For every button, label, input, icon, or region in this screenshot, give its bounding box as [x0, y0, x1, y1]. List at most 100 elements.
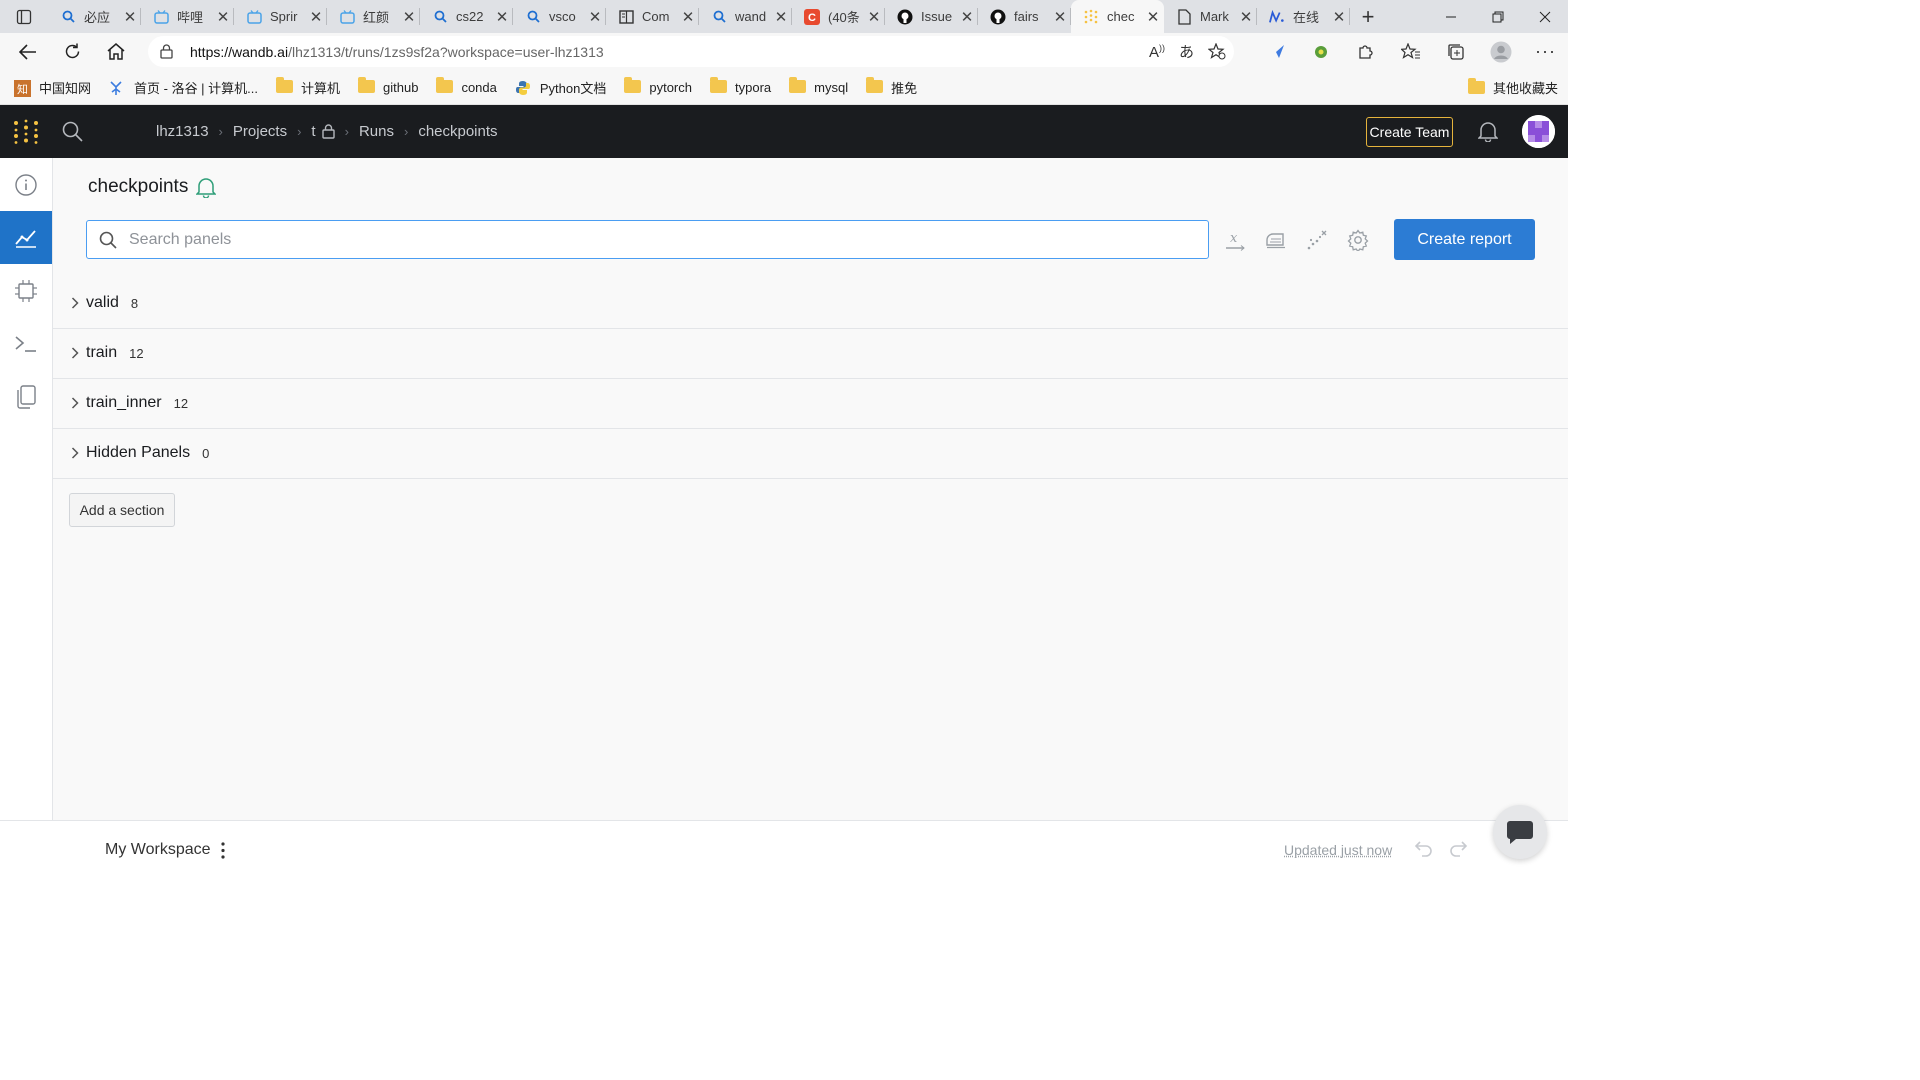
panel-section[interactable]: train 12 [53, 328, 1568, 379]
create-team-button[interactable]: Create Team [1366, 117, 1453, 147]
search-panels-input[interactable] [127, 229, 1131, 250]
bookmark-label: conda [461, 79, 497, 95]
extension-green-icon[interactable] [1298, 33, 1343, 70]
breadcrumb-projects[interactable]: Projects [233, 123, 287, 140]
bookmark-item[interactable]: Python文档 [515, 78, 606, 97]
settings-more-icon[interactable]: ··· [1523, 33, 1568, 70]
close-tab-icon[interactable]: ✕ [1142, 8, 1164, 26]
tab-title: Mark [1200, 9, 1229, 24]
x-axis-settings-button[interactable]: x [1223, 228, 1246, 251]
workspace-name: My Workspace [105, 841, 211, 858]
wandb-logo[interactable] [0, 105, 52, 158]
breadcrumb-user[interactable]: lhz1313 [156, 123, 209, 140]
breadcrumb-run[interactable]: checkpoints [418, 123, 497, 140]
breadcrumb-runs[interactable]: Runs [359, 123, 394, 140]
profile-avatar-icon[interactable] [1478, 33, 1523, 70]
refresh-button[interactable] [50, 33, 94, 70]
outliers-button[interactable] [1305, 228, 1328, 251]
browser-extensions: ··· [1253, 33, 1568, 70]
user-avatar[interactable] [1522, 115, 1555, 148]
close-tab-icon[interactable]: ✕ [119, 8, 141, 26]
chevron-right-icon [65, 447, 85, 459]
close-tab-icon[interactable]: ✕ [677, 8, 699, 26]
close-tab-icon[interactable]: ✕ [491, 8, 513, 26]
folder-icon [789, 77, 807, 94]
close-tab-icon[interactable]: ✕ [212, 8, 234, 26]
close-tab-icon[interactable]: ✕ [770, 8, 792, 26]
extensions-puzzle-icon[interactable] [1343, 33, 1388, 70]
bookmark-item[interactable]: 计算机 [276, 77, 340, 97]
workspace-settings-button[interactable] [1346, 228, 1369, 251]
tab-actions-button[interactable] [0, 0, 48, 33]
chevron-right-icon: › [297, 124, 302, 139]
create-report-button[interactable]: Create report [1394, 219, 1535, 260]
bookmark-item[interactable]: 首页 - 洛谷 | 计算机... [109, 78, 258, 97]
more-vertical-icon[interactable] [220, 841, 225, 859]
minimize-button[interactable] [1427, 0, 1474, 33]
close-tab-icon[interactable]: ✕ [1328, 8, 1350, 26]
collections-icon[interactable] [1433, 33, 1478, 70]
header-search-button[interactable] [62, 121, 83, 142]
nav-overview[interactable] [0, 158, 52, 211]
bookmark-item[interactable]: conda [436, 77, 497, 95]
browser-tab[interactable]: Com ✕ [606, 0, 699, 33]
notifications-button[interactable] [1478, 121, 1498, 142]
browser-tab[interactable]: 在线 ✕ [1257, 0, 1350, 33]
panel-section[interactable]: train_inner 12 [53, 378, 1568, 429]
browser-tab[interactable]: Issue ✕ [885, 0, 978, 33]
browser-tab[interactable]: C (40条 ✕ [792, 0, 885, 33]
bookmark-item[interactable]: pytorch [624, 77, 692, 95]
close-tab-icon[interactable]: ✕ [1049, 8, 1071, 26]
add-section-button[interactable]: Add a section [69, 493, 175, 527]
nav-files[interactable] [0, 370, 52, 423]
smoothing-button[interactable] [1264, 228, 1287, 251]
panel-section[interactable]: valid 8 [53, 278, 1568, 329]
address-bar[interactable]: https://wandb.ai/lhz1313/t/runs/1zs9sf2a… [148, 36, 1234, 67]
nav-charts[interactable] [0, 211, 52, 264]
restore-button[interactable] [1474, 0, 1521, 33]
back-button[interactable] [6, 33, 50, 70]
bookmark-item[interactable]: typora [710, 77, 771, 95]
favorites-icon[interactable] [1388, 33, 1433, 70]
breadcrumb-project[interactable]: t [311, 123, 315, 140]
tab-title: vsco [549, 9, 576, 24]
browser-tab[interactable]: 哔哩 ✕ [141, 0, 234, 33]
panel-section[interactable]: Hidden Panels 0 [53, 428, 1568, 479]
close-tab-icon[interactable]: ✕ [398, 8, 420, 26]
browser-tab[interactable]: vsco ✕ [513, 0, 606, 33]
workspace-selector[interactable]: My Workspace [105, 841, 225, 859]
nav-system[interactable] [0, 264, 52, 317]
browser-tab[interactable]: Sprir ✕ [234, 0, 327, 33]
translate-icon[interactable]: あ [1179, 41, 1194, 62]
other-bookmarks[interactable]: 其他收藏夹 [1467, 70, 1558, 104]
add-favorite-icon[interactable] [1208, 43, 1226, 60]
redo-button[interactable] [1448, 839, 1468, 857]
browser-tab[interactable]: fairs ✕ [978, 0, 1071, 33]
close-tab-icon[interactable]: ✕ [863, 8, 885, 26]
extension-bird-icon[interactable] [1253, 33, 1298, 70]
close-tab-icon[interactable]: ✕ [584, 8, 606, 26]
bookmark-item[interactable]: github [358, 77, 418, 95]
read-aloud-icon[interactable]: A)) [1149, 43, 1165, 61]
nav-logs[interactable] [0, 317, 52, 370]
close-tab-icon[interactable]: ✕ [1235, 8, 1257, 26]
browser-tab[interactable]: 必应 ✕ [48, 0, 141, 33]
bookmark-item[interactable]: 推免 [866, 77, 917, 97]
run-alert-bell-icon[interactable] [196, 177, 217, 198]
undo-button[interactable] [1414, 839, 1434, 857]
new-tab-button[interactable]: + [1350, 0, 1386, 33]
browser-tab[interactable]: Mark ✕ [1164, 0, 1257, 33]
section-count-badge: 12 [129, 345, 144, 361]
support-chat-button[interactable] [1493, 805, 1547, 859]
bookmark-item[interactable]: 知 中国知网 [14, 78, 91, 97]
browser-tab[interactable]: wand ✕ [699, 0, 792, 33]
browser-tab-active[interactable]: chec ✕ [1071, 0, 1164, 33]
browser-tab[interactable]: cs22 ✕ [420, 0, 513, 33]
folder-icon [710, 77, 727, 94]
browser-tab[interactable]: 红颜 ✕ [327, 0, 420, 33]
close-tab-icon[interactable]: ✕ [956, 8, 978, 26]
close-tab-icon[interactable]: ✕ [305, 8, 327, 26]
bookmark-item[interactable]: mysql [789, 77, 848, 95]
close-window-button[interactable] [1521, 0, 1568, 33]
home-button[interactable] [94, 33, 138, 70]
